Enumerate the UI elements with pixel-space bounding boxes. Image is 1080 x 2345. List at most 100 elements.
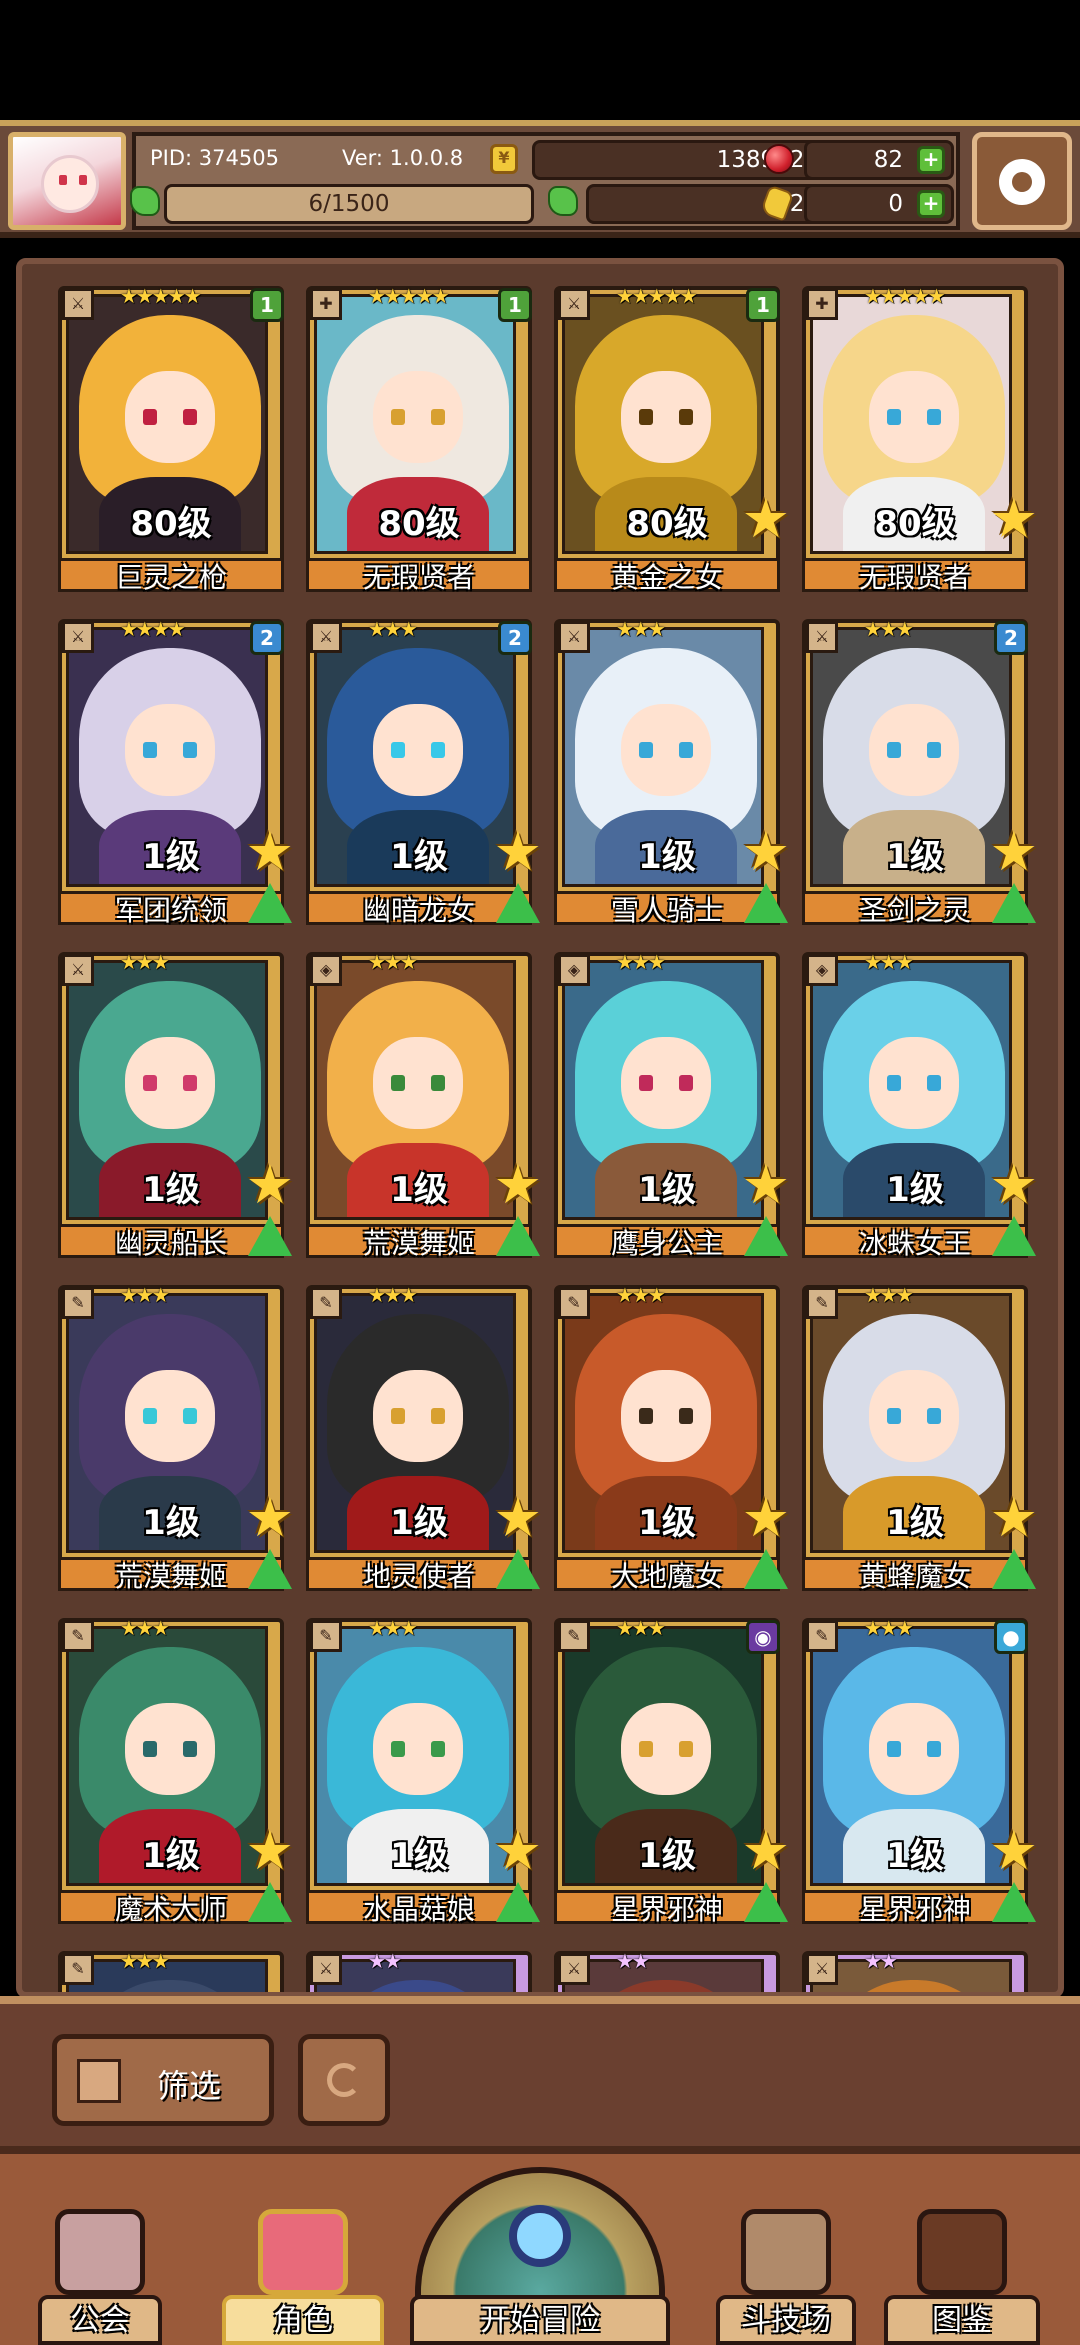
level-up-arrow-icon[interactable] bbox=[496, 1216, 540, 1256]
nav-guild[interactable]: 公会 bbox=[38, 2195, 162, 2345]
character-card[interactable]: ✎ ★★★ ● 1级 星界邪神 ★ bbox=[802, 1616, 1038, 1936]
rarity-stars: ★★★ bbox=[368, 1616, 418, 1640]
star-upgrade-icon[interactable]: ★ bbox=[990, 1158, 1038, 1212]
nav-arena[interactable]: 斗技场 bbox=[716, 2195, 856, 2345]
level-up-arrow-icon[interactable] bbox=[248, 1549, 292, 1589]
character-card[interactable]: ⚔ ★★★ 1级 雪人骑士 ★ bbox=[554, 617, 790, 937]
character-card[interactable]: ⚔ ★★ bbox=[802, 1949, 1028, 1992]
character-card[interactable]: ⚔ ★★★ 1级 幽灵船长 ★ bbox=[58, 950, 294, 1270]
class-icon: ✎ bbox=[62, 1620, 94, 1652]
portrait-eye bbox=[639, 1408, 653, 1424]
star-upgrade-icon[interactable]: ★ bbox=[246, 825, 294, 879]
character-card[interactable]: ✚ ★★★★★ 1 80级 无瑕贤者 bbox=[306, 284, 532, 604]
level-up-arrow-icon[interactable] bbox=[744, 1216, 788, 1256]
character-card[interactable]: ✎ ★★★ 1级 地灵使者 ★ bbox=[306, 1283, 542, 1603]
star-upgrade-icon[interactable]: ★ bbox=[246, 1824, 294, 1878]
level-up-arrow-icon[interactable] bbox=[992, 1549, 1036, 1589]
character-card[interactable]: ✎ ★★★ bbox=[58, 1949, 284, 1992]
level-up-arrow-icon[interactable] bbox=[992, 1882, 1036, 1922]
nav-character[interactable]: 角色 bbox=[222, 2195, 384, 2345]
rarity-stars: ★★★ bbox=[616, 1283, 666, 1307]
level-up-arrow-icon[interactable] bbox=[744, 1549, 788, 1589]
star-upgrade-icon[interactable]: ★ bbox=[494, 1158, 542, 1212]
character-card[interactable]: ✚ ★★★★★ 80级 无瑕贤者 ★ bbox=[802, 284, 1038, 604]
character-portrait bbox=[314, 1959, 516, 1992]
nav-adventure[interactable]: 开始冒险 bbox=[410, 2167, 670, 2345]
stats-panel: PID: 374505 Ver: 1.0.0.8 ¥ 1389721 + 82 … bbox=[130, 132, 960, 230]
level-up-arrow-icon[interactable] bbox=[992, 883, 1036, 923]
character-card[interactable]: ⚔ ★★★★★ 1 80级 黄金之女 ★ bbox=[554, 284, 790, 604]
filter-button[interactable]: 筛选 bbox=[52, 2034, 274, 2126]
level-up-arrow-icon[interactable] bbox=[496, 883, 540, 923]
star-upgrade-icon[interactable]: ★ bbox=[494, 1491, 542, 1545]
character-card[interactable]: ✎ ★★★ ◉ 1级 星界邪神 ★ bbox=[554, 1616, 790, 1936]
settings-button[interactable] bbox=[972, 132, 1072, 230]
level-up-arrow-icon[interactable] bbox=[248, 1216, 292, 1256]
crossed-swords-icon bbox=[741, 2209, 831, 2295]
star-upgrade-icon[interactable]: ★ bbox=[494, 1824, 542, 1878]
level-up-arrow-icon[interactable] bbox=[496, 1549, 540, 1589]
character-name: 无瑕贤者 bbox=[362, 561, 475, 594]
character-icon bbox=[258, 2209, 348, 2295]
character-card[interactable]: ⚔ ★★★ 2 1级 幽暗龙女 ★ bbox=[306, 617, 542, 937]
rank-badge: 1 bbox=[498, 288, 532, 322]
star-upgrade-icon[interactable]: ★ bbox=[990, 1491, 1038, 1545]
exp-bar: 6/1500 bbox=[164, 184, 534, 224]
filter-label: 筛选 bbox=[157, 2067, 222, 2105]
rarity-stars: ★★ bbox=[616, 1949, 650, 1973]
class-icon: ◈ bbox=[310, 954, 342, 986]
character-card[interactable]: ⚔ ★★★★ 2 1级 军团统领 ★ bbox=[58, 617, 294, 937]
star-upgrade-icon[interactable]: ★ bbox=[990, 1824, 1038, 1878]
add-key-button[interactable]: + bbox=[917, 190, 945, 218]
portrait-face bbox=[621, 1703, 711, 1795]
star-upgrade-icon[interactable]: ★ bbox=[742, 1824, 790, 1878]
portrait-eye bbox=[431, 1408, 445, 1424]
level-up-arrow-icon[interactable] bbox=[744, 1882, 788, 1922]
star-upgrade-icon[interactable]: ★ bbox=[742, 825, 790, 879]
character-card[interactable]: ✎ ★★★ 1级 水晶菇娘 ★ bbox=[306, 1616, 542, 1936]
star-upgrade-icon[interactable]: ★ bbox=[742, 492, 790, 546]
player-avatar[interactable] bbox=[8, 132, 126, 230]
star-upgrade-icon[interactable]: ★ bbox=[494, 825, 542, 879]
character-name: 巨灵之枪 bbox=[114, 561, 227, 594]
character-card[interactable]: ✎ ★★★ 1级 黄蜂魔女 ★ bbox=[802, 1283, 1038, 1603]
class-icon: ✎ bbox=[62, 1953, 94, 1985]
character-card[interactable]: ⚔ ★★★★★ 1 80级 巨灵之枪 bbox=[58, 284, 284, 604]
star-upgrade-icon[interactable]: ★ bbox=[990, 492, 1038, 546]
character-card[interactable]: ⚔ ★★ bbox=[306, 1949, 532, 1992]
character-card[interactable]: ⚔ ★★★ 2 1级 圣剑之灵 ★ bbox=[802, 617, 1038, 937]
level-up-arrow-icon[interactable] bbox=[248, 883, 292, 923]
magnifier-icon bbox=[509, 2205, 571, 2267]
star-upgrade-icon[interactable]: ★ bbox=[246, 1158, 294, 1212]
bottom-zone: 筛选 公会 角色 开始冒险 斗技场 图鉴 bbox=[0, 1996, 1080, 2345]
star-upgrade-icon[interactable]: ★ bbox=[990, 825, 1038, 879]
add-gems-button[interactable]: + bbox=[917, 146, 945, 174]
nav-codex[interactable]: 图鉴 bbox=[884, 2195, 1040, 2345]
character-card[interactable]: ◈ ★★★ 1级 鹰身公主 ★ bbox=[554, 950, 790, 1270]
class-icon: ◈ bbox=[806, 954, 838, 986]
level-up-arrow-icon[interactable] bbox=[744, 883, 788, 923]
character-card[interactable]: ⚔ ★★ bbox=[554, 1949, 780, 1992]
character-card[interactable]: ◈ ★★★ 1级 荒漠舞姬 ★ bbox=[306, 950, 542, 1270]
star-upgrade-icon[interactable]: ★ bbox=[742, 1491, 790, 1545]
guild-house-icon bbox=[55, 2209, 145, 2295]
character-card[interactable]: ✎ ★★★ 1级 魔术大师 ★ bbox=[58, 1616, 294, 1936]
portrait-eye bbox=[143, 1075, 157, 1091]
gem-pill: 82 + bbox=[804, 140, 954, 180]
portrait-eye bbox=[143, 409, 157, 425]
portrait-face bbox=[373, 1370, 463, 1462]
star-upgrade-icon[interactable]: ★ bbox=[246, 1491, 294, 1545]
level-up-arrow-icon[interactable] bbox=[496, 1882, 540, 1922]
level-up-arrow-icon[interactable] bbox=[992, 1216, 1036, 1256]
star-upgrade-icon[interactable]: ★ bbox=[742, 1158, 790, 1212]
character-portrait bbox=[562, 1959, 764, 1992]
refresh-button[interactable] bbox=[298, 2034, 390, 2126]
refresh-icon bbox=[327, 2063, 361, 2097]
portrait-face bbox=[373, 1037, 463, 1129]
rarity-stars: ★★★★★ bbox=[368, 284, 450, 308]
character-card[interactable]: ◈ ★★★ 1级 冰蛛女王 ★ bbox=[802, 950, 1038, 1270]
character-roster[interactable]: ⚔ ★★★★★ 1 80级 巨灵之枪 ✚ ★★★★★ 1 80级 无瑕贤者 ⚔ ★★★★★ 1 80级 黄金… bbox=[16, 258, 1064, 1998]
character-card[interactable]: ✎ ★★★ 1级 荒漠舞姬 ★ bbox=[58, 1283, 294, 1603]
level-up-arrow-icon[interactable] bbox=[248, 1882, 292, 1922]
character-card[interactable]: ✎ ★★★ 1级 大地魔女 ★ bbox=[554, 1283, 790, 1603]
